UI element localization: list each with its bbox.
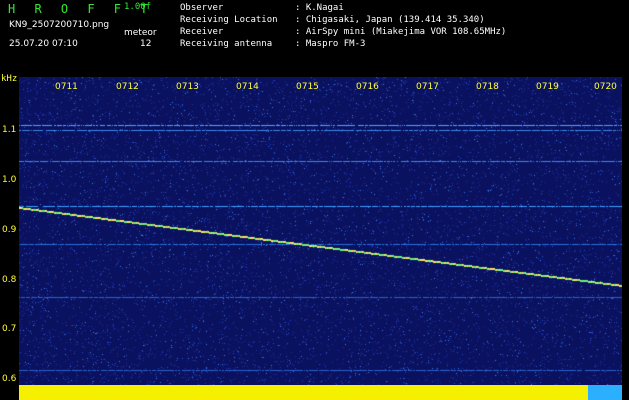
x-tick-label: 0719	[536, 82, 559, 92]
x-tick-label: 0716	[356, 82, 379, 92]
meta-key: Receiving Location	[180, 15, 278, 25]
timestamp: 25.07.20 07:10	[9, 39, 78, 49]
y-tick-label: 0.6	[2, 374, 17, 384]
meta-key: Receiver	[180, 27, 224, 37]
x-tick-label: 0711	[55, 82, 78, 92]
x-tick-label: 0717	[416, 82, 439, 92]
x-tick-label: 0712	[116, 82, 139, 92]
meta-row-observer: Observer : K.Nagai	[180, 3, 506, 15]
meteor-count: 12	[140, 39, 152, 49]
y-axis-unit: kHz	[1, 74, 18, 84]
signal-level-bar	[19, 385, 622, 400]
y-tick-label: 0.9	[2, 225, 17, 235]
x-tick-label: 0715	[296, 82, 319, 92]
y-tick-label: 1.0	[2, 175, 17, 185]
y-tick-label: 0.7	[2, 324, 17, 334]
spectrogram	[19, 77, 622, 385]
version-label: 1.00f	[124, 2, 152, 12]
signal-level-marker	[588, 385, 622, 400]
hrofft-window: H R O F F T 1.00f KN9_2507200710.png met…	[0, 0, 629, 400]
right-border	[622, 77, 629, 400]
observation-metadata: Observer : K.Nagai Receiving Location : …	[180, 3, 506, 51]
x-tick-label: 0714	[236, 82, 259, 92]
x-tick-label: 0718	[476, 82, 499, 92]
spectrogram-canvas	[19, 77, 622, 385]
meta-row-antenna: Receiving antenna : Maspro FM-3	[180, 39, 506, 51]
meta-value: : AirSpy mini (Miakejima VOR 108.65MHz)	[295, 27, 507, 37]
meta-value: : K.Nagai	[295, 3, 344, 13]
x-tick-label: 0720	[594, 82, 617, 92]
meta-row-receiver: Receiver : AirSpy mini (Miakejima VOR 10…	[180, 27, 506, 39]
meta-value: : Chigasaki, Japan (139.414 35.340)	[295, 15, 485, 25]
y-tick-label: 1.1	[2, 125, 17, 135]
x-tick-label: 0713	[176, 82, 199, 92]
file-name: KN9_2507200710.png	[9, 20, 110, 30]
mode-label: meteor	[124, 28, 157, 38]
meta-value: : Maspro FM-3	[295, 39, 366, 49]
y-tick-label: 0.8	[2, 275, 17, 285]
meta-row-location: Receiving Location : Chigasaki, Japan (1…	[180, 15, 506, 27]
meta-key: Receiving antenna	[180, 39, 273, 49]
meta-key: Observer	[180, 3, 224, 13]
